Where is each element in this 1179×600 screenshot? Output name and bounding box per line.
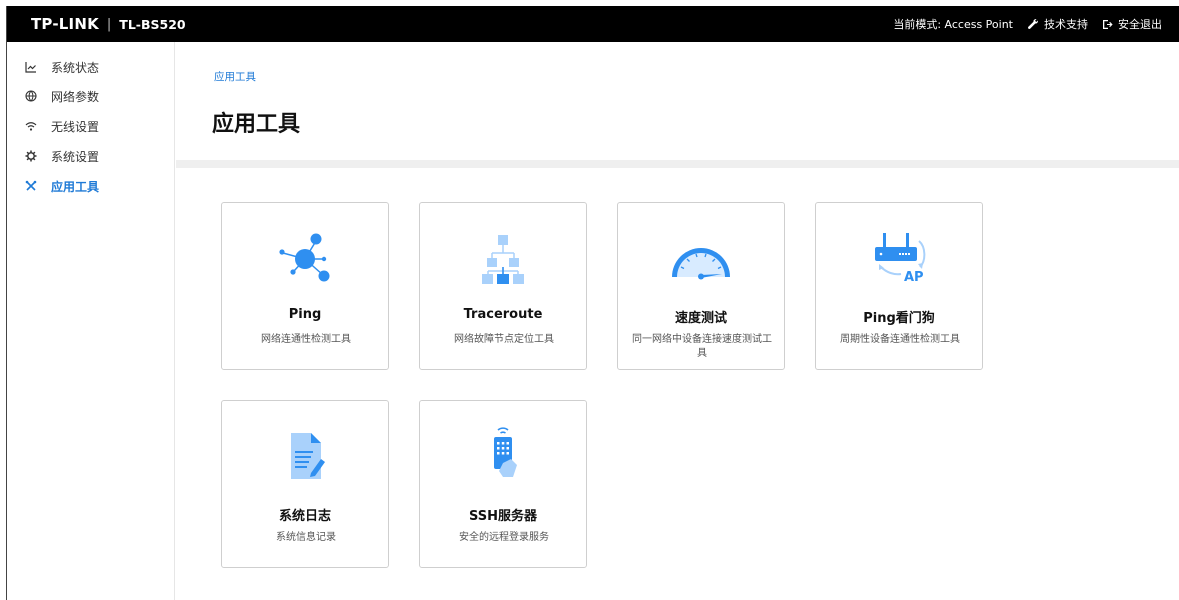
status-chart-icon	[25, 61, 37, 73]
globe-icon	[25, 90, 37, 102]
tech-support-label: 技术支持	[1044, 18, 1088, 31]
sidebar-item-wireless-settings[interactable]: 无线设置	[25, 115, 99, 137]
tool-description: 网络故障节点定位工具	[454, 334, 554, 345]
top-right-actions: 当前模式: Access Point 技术支持 安全退出	[893, 6, 1162, 42]
logout-icon	[1103, 19, 1113, 29]
logout-label: 安全退出	[1118, 18, 1162, 31]
sidebar-item-label: 应用工具	[51, 179, 100, 194]
tool-card-ping[interactable]: Ping 网络连通性检测工具	[221, 202, 389, 370]
tool-card-ping-watchdog[interactable]: AP Ping看门狗 周期性设备连通性检测工具	[815, 202, 983, 370]
current-mode-label: 当前模式: Access Point	[893, 18, 1013, 31]
tool-name: SSH服务器	[468, 509, 538, 524]
brand: TP-LINK | TL-BS520	[31, 6, 186, 42]
brand-separator: |	[106, 16, 112, 32]
tool-card-traceroute[interactable]: Traceroute 网络故障节点定位工具	[419, 202, 587, 370]
tool-name: Traceroute	[463, 307, 543, 322]
tool-name: Ping看门狗	[863, 311, 935, 326]
logout-link[interactable]: 安全退出	[1102, 16, 1162, 32]
wifi-icon	[25, 120, 37, 132]
breadcrumb[interactable]: 应用工具	[214, 69, 256, 84]
sidebar-item-system-settings[interactable]: 系统设置	[25, 145, 99, 167]
sidebar-item-label: 网络参数	[51, 89, 100, 104]
tool-card-system-log[interactable]: 系统日志 系统信息记录	[221, 400, 389, 568]
tool-description: 周期性设备连通性检测工具	[840, 334, 960, 345]
tool-description: 同一网络中设备连接速度测试工具	[632, 334, 772, 359]
sidebar-item-label: 无线设置	[51, 119, 100, 134]
log-document-icon	[222, 429, 388, 485]
top-bar: TP-LINK | TL-BS520 当前模式: Access Point 技术…	[7, 6, 1179, 42]
gear-icon	[25, 150, 37, 162]
tool-description: 系统信息记录	[276, 532, 336, 543]
tool-name: 速度测试	[674, 311, 727, 326]
sidebar: 系统状态 网络参数 无线设置 系统设置 应用工具	[7, 42, 175, 600]
sidebar-item-label: 系统设置	[51, 149, 100, 164]
sidebar-item-app-tools[interactable]: 应用工具	[25, 175, 99, 197]
traceroute-tree-icon	[420, 231, 586, 287]
tools-icon	[25, 180, 37, 192]
tool-card-ssh-server[interactable]: SSH服务器 安全的远程登录服务	[419, 400, 587, 568]
ap-router-icon: AP	[816, 231, 982, 287]
speedometer-icon	[618, 231, 784, 287]
tool-name: 系统日志	[278, 509, 331, 524]
tool-name: Ping	[288, 307, 322, 322]
sidebar-item-system-status[interactable]: 系统状态	[25, 56, 99, 78]
section-divider	[176, 160, 1179, 168]
tp-link-logo: TP-LINK	[31, 15, 99, 33]
main-content: 应用工具 应用工具 Ping 网络连通性检测工具 Traceroute 网络故障…	[176, 42, 1179, 600]
app-window: TP-LINK | TL-BS520 当前模式: Access Point 技术…	[6, 6, 1179, 600]
sidebar-item-label: 系统状态	[51, 60, 100, 75]
remote-device-icon	[420, 427, 586, 485]
tool-description: 安全的远程登录服务	[459, 532, 549, 543]
tool-card-speed-test[interactable]: 速度测试 同一网络中设备连接速度测试工具	[617, 202, 785, 370]
sidebar-item-network-params[interactable]: 网络参数	[25, 85, 99, 107]
tool-description: 网络连通性检测工具	[261, 334, 351, 345]
page-title: 应用工具	[212, 112, 301, 137]
tech-support-link[interactable]: 技术支持	[1027, 16, 1088, 32]
ping-network-icon	[222, 231, 388, 287]
wrench-icon	[1028, 19, 1038, 29]
ap-badge: AP	[904, 270, 924, 285]
device-model: TL-BS520	[119, 16, 186, 32]
